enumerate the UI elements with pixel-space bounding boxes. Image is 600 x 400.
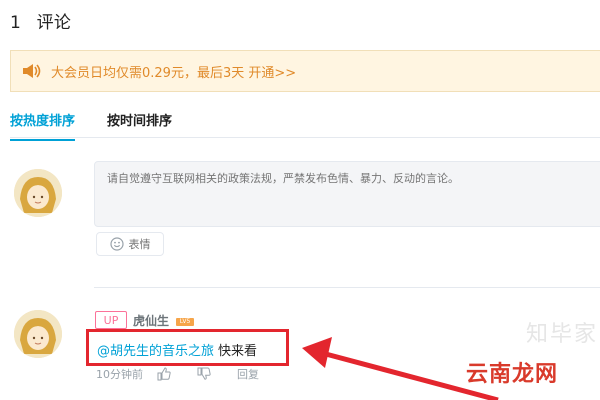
watermark-faded: 知毕家 — [526, 322, 599, 347]
comment-title: 评论 — [36, 13, 72, 33]
comment-count: 1 — [10, 13, 22, 33]
mention-link[interactable]: @胡先生的音乐之旅 — [97, 344, 214, 359]
smile-icon — [109, 237, 124, 251]
comment-meta: 10分钟前 回复 — [96, 366, 259, 382]
avatar-illustration — [14, 169, 62, 217]
comment-input-placeholder: 请自觉遵守互联网相关的政策法规，严禁发布色情、暴力、反动的言论。 — [107, 172, 459, 185]
comment-header: 1 评论 — [10, 8, 71, 33]
thumbs-down-icon[interactable] — [197, 367, 211, 381]
speaker-icon — [23, 64, 41, 78]
up-badge: UP — [95, 311, 127, 329]
comment-body: 快来看 — [218, 344, 258, 359]
emoji-button[interactable]: 表情 — [96, 232, 164, 256]
emoji-button-label: 表情 — [128, 238, 151, 251]
avatar-illustration — [14, 310, 62, 358]
watermark: 云南龙网 — [466, 362, 559, 387]
comment-time: 10分钟前 — [96, 368, 143, 381]
avatar[interactable] — [14, 169, 62, 217]
comment-text: @胡先生的音乐之旅 快来看 — [97, 340, 257, 359]
comment-username[interactable]: 虎仙生 — [133, 312, 169, 329]
composer-divider — [94, 287, 600, 288]
thumbs-up-icon[interactable] — [157, 367, 171, 381]
comment-input[interactable]: 请自觉遵守互联网相关的政策法规，严禁发布色情、暴力、反动的言论。 — [94, 161, 600, 227]
vip-banner[interactable]: 大会员日均仅需0.29元，最后3天 开通>> — [10, 50, 600, 92]
level-badge: LV5 — [176, 318, 194, 326]
vip-banner-text[interactable]: 大会员日均仅需0.29元，最后3天 开通>> — [51, 62, 296, 81]
reply-button[interactable]: 回复 — [237, 366, 259, 382]
tabs-divider — [10, 137, 600, 138]
avatar[interactable] — [14, 310, 62, 358]
